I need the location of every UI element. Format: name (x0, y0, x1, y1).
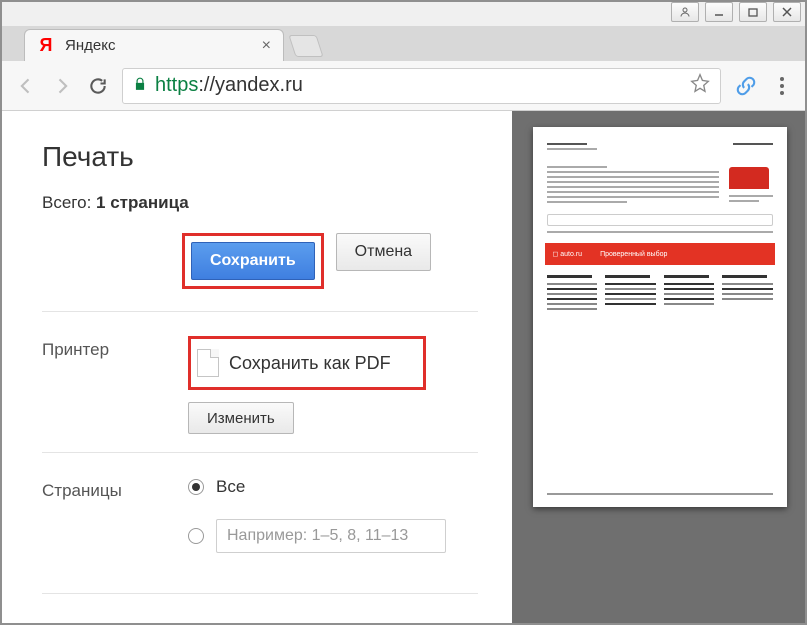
print-preview-area: ◻ auto.ru Проверенный выбор (512, 111, 807, 625)
pages-section: Страницы Все Например: 1–5, 8, 11–13 (42, 452, 478, 593)
new-tab-button[interactable] (288, 35, 323, 57)
close-window-button[interactable] (773, 2, 801, 22)
content-area: Печать Всего: 1 страница Сохранить Отмен… (0, 111, 807, 625)
minimize-button[interactable] (705, 2, 733, 22)
tab-strip: Я Яндекс × (0, 26, 807, 61)
highlight-destination: Сохранить как PDF (188, 336, 426, 390)
preview-sofa-image (729, 167, 769, 189)
pdf-page-icon (197, 349, 219, 377)
address-bar[interactable]: https://yandex.ru (122, 68, 721, 104)
browser-menu-button[interactable] (771, 77, 793, 95)
pages-range-option[interactable]: Например: 1–5, 8, 11–13 (188, 519, 478, 553)
pages-all-label: Все (216, 477, 245, 497)
highlight-save: Сохранить (182, 233, 324, 289)
preview-page-thumbnail[interactable]: ◻ auto.ru Проверенный выбор (533, 127, 787, 507)
cancel-button[interactable]: Отмена (336, 233, 431, 271)
radio-checked-icon (188, 479, 204, 495)
tab-title: Яндекс (65, 37, 115, 54)
maximize-button[interactable] (739, 2, 767, 22)
print-dialog-panel: Печать Всего: 1 страница Сохранить Отмен… (0, 111, 512, 625)
print-dialog-title: Печать (42, 141, 478, 173)
printer-section-label: Принтер (42, 336, 188, 434)
browser-toolbar: https://yandex.ru (0, 61, 807, 111)
yandex-logo-icon: Я (37, 37, 55, 55)
pages-all-option[interactable]: Все (188, 477, 478, 497)
active-tab[interactable]: Я Яндекс × (24, 29, 284, 61)
url-display: https://yandex.ru (155, 74, 303, 97)
user-account-button[interactable] (671, 2, 699, 22)
next-section-divider (42, 593, 478, 618)
window-caption-buttons (671, 2, 801, 24)
save-button[interactable]: Сохранить (191, 242, 315, 280)
forward-button[interactable] (50, 74, 74, 98)
action-button-row: Сохранить Отмена (182, 233, 478, 289)
preview-ad-banner: ◻ auto.ru Проверенный выбор (545, 243, 775, 265)
printer-destination-value: Сохранить как PDF (229, 353, 391, 374)
pages-section-label: Страницы (42, 477, 188, 575)
printer-section: Принтер Сохранить как PDF Изменить (42, 311, 478, 452)
pages-range-input[interactable]: Например: 1–5, 8, 11–13 (216, 519, 446, 553)
radio-unchecked-icon (188, 528, 204, 544)
total-pages-line: Всего: 1 страница (42, 193, 478, 213)
change-printer-button[interactable]: Изменить (188, 402, 294, 434)
extension-icon[interactable] (733, 73, 759, 99)
lock-icon (133, 76, 147, 96)
close-tab-icon[interactable]: × (262, 37, 271, 55)
reload-button[interactable] (86, 74, 110, 98)
bookmark-star-icon[interactable] (690, 73, 710, 99)
back-button[interactable] (14, 74, 38, 98)
